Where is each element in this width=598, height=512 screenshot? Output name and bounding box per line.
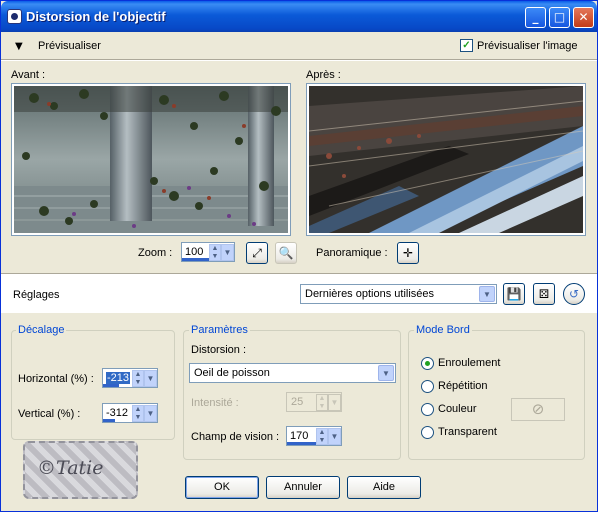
magnifier-icon: 🔍: [278, 246, 294, 260]
fov-label: Champ de vision :: [191, 431, 280, 443]
watermark-logo: ©Tatie: [23, 441, 138, 499]
edge-mode-group-title: Mode Bord: [414, 324, 472, 336]
dice-icon: ⚄: [538, 287, 550, 301]
settings-label: Réglages: [13, 289, 60, 301]
radio-repeat[interactable]: [421, 380, 434, 393]
intensity-stepper-icon[interactable]: ▲ ▼: [316, 394, 328, 411]
cancel-button[interactable]: Annuler: [266, 476, 340, 499]
randomize-button[interactable]: ⚄: [533, 283, 555, 305]
intensity-spinbox[interactable]: 25 ▲ ▼ ▼: [286, 392, 342, 412]
intensity-value: 25: [291, 396, 304, 408]
zoom-label: Zoom :: [138, 247, 173, 259]
no-color-icon: ⊘: [531, 400, 545, 418]
horizontal-level-bar: [103, 384, 119, 387]
vertical-spinbox[interactable]: -312 ▲ ▼ ▼: [102, 403, 158, 423]
horizontal-spinbox[interactable]: -213 ▲ ▼ ▼: [102, 368, 158, 388]
lens-distortion-dialog: Distorsion de l'objectif _ □ ✕ ▼ Prévisu…: [0, 0, 598, 512]
zoom-value: 100: [185, 246, 204, 258]
reset-icon: ↺: [568, 287, 580, 301]
vertical-level-bar: [103, 419, 115, 422]
fov-spinbox[interactable]: 170 ▲ ▼ ▼: [286, 426, 342, 446]
edge-mode-group: [408, 330, 585, 460]
save-preset-button[interactable]: 💾: [503, 283, 525, 305]
radio-transparent-label[interactable]: Transparent: [438, 426, 497, 438]
preset-combobox[interactable]: Dernières options utilisées ▼: [300, 284, 497, 304]
color-swatch-button[interactable]: ⊘: [511, 398, 565, 421]
zoom-fit-icon: ⤢: [252, 246, 262, 260]
zoom-dropdown-icon[interactable]: ▼: [221, 244, 234, 261]
ok-button[interactable]: OK: [185, 476, 259, 499]
vertical-value: -312: [106, 407, 129, 419]
chevron-down-icon[interactable]: ▼: [479, 286, 495, 302]
parameters-group-title: Paramètres: [189, 324, 250, 336]
distortion-label: Distorsion :: [191, 344, 247, 356]
preset-value: Dernières options utilisées: [305, 288, 435, 300]
window-title: Distorsion de l'objectif: [26, 9, 166, 24]
pan-label: Panoramique :: [316, 247, 388, 259]
fov-value: 170: [290, 430, 309, 442]
move-icon: ✛: [402, 246, 414, 260]
before-preview[interactable]: [11, 83, 291, 236]
collapse-preview-icon[interactable]: ▼: [15, 41, 23, 52]
offset-group-title: Décalage: [16, 324, 67, 336]
radio-transparent[interactable]: [421, 426, 434, 439]
maximize-button[interactable]: □: [549, 7, 570, 28]
intensity-dropdown-icon[interactable]: ▼: [328, 394, 341, 411]
horizontal-stepper-icon[interactable]: ▲ ▼: [132, 370, 144, 387]
zoom-level-bar: [182, 258, 210, 261]
fov-stepper-icon[interactable]: ▲ ▼: [316, 428, 328, 445]
zoom-fit-button[interactable]: ⤢: [246, 242, 268, 264]
zoom-spinbox[interactable]: 100 ▲ ▼ ▼: [181, 242, 235, 262]
radio-color[interactable]: [421, 403, 434, 416]
minimize-button[interactable]: _: [525, 7, 546, 28]
radio-wrap[interactable]: [421, 357, 434, 370]
preview-image-label[interactable]: Prévisualiser l'image: [477, 40, 578, 52]
watermark-text: ©Tatie: [37, 457, 104, 479]
distortion-value: Oeil de poisson: [194, 367, 270, 379]
radio-wrap-label[interactable]: Enroulement: [438, 357, 500, 369]
fov-dropdown-icon[interactable]: ▼: [328, 428, 341, 445]
save-icon: 💾: [506, 287, 522, 301]
radio-repeat-label[interactable]: Répétition: [438, 380, 488, 392]
divider: [1, 60, 597, 61]
close-button[interactable]: ✕: [573, 7, 594, 28]
radio-color-label[interactable]: Couleur: [438, 403, 477, 415]
horizontal-dropdown-icon[interactable]: ▼: [144, 370, 157, 387]
after-preview-image: [309, 86, 583, 233]
reset-button[interactable]: ↺: [563, 283, 585, 305]
horizontal-label: Horizontal (%) :: [18, 373, 94, 385]
pan-button[interactable]: ✛: [397, 242, 419, 264]
title-bar[interactable]: Distorsion de l'objectif _ □ ✕: [1, 1, 597, 32]
vertical-label: Vertical (%) :: [18, 408, 81, 420]
before-preview-image: [14, 86, 288, 233]
preview-image-checkbox[interactable]: ✓: [460, 39, 473, 52]
after-preview[interactable]: [306, 83, 586, 236]
intensity-label: Intensité :: [191, 397, 239, 409]
vertical-dropdown-icon[interactable]: ▼: [144, 405, 157, 422]
app-icon: [7, 9, 22, 24]
zoom-actual-button[interactable]: 🔍: [275, 242, 297, 264]
help-button[interactable]: Aide: [347, 476, 421, 499]
vertical-stepper-icon[interactable]: ▲ ▼: [132, 405, 144, 422]
preview-toggle-label[interactable]: Prévisualiser: [38, 40, 101, 52]
horizontal-value: -213: [106, 372, 131, 384]
distortion-combobox[interactable]: Oeil de poisson ▼: [189, 363, 396, 383]
chevron-down-icon[interactable]: ▼: [378, 365, 394, 381]
after-label: Après :: [306, 69, 341, 81]
before-label: Avant :: [11, 69, 46, 81]
zoom-stepper-icon[interactable]: ▲ ▼: [209, 244, 221, 261]
